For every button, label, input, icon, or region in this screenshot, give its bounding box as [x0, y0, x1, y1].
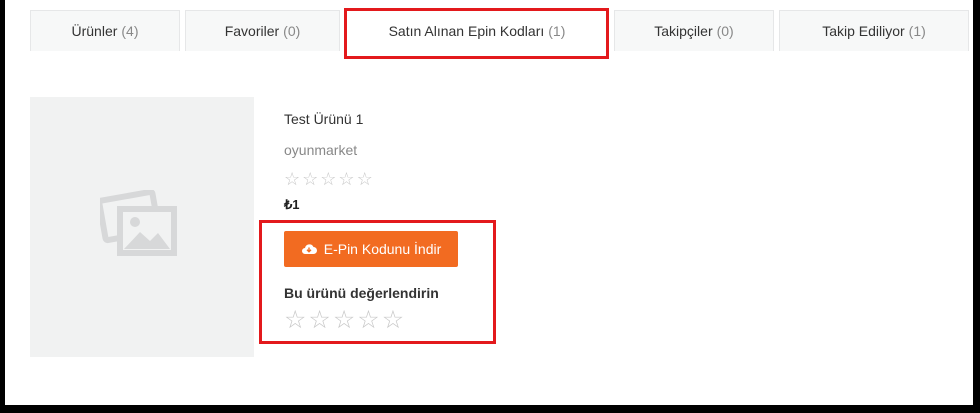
star-outline-icon: ☆: [320, 169, 337, 189]
product-title[interactable]: Test Ürünü 1: [284, 111, 363, 127]
page-frame: Ürünler (4) Favoriler (0) Satın Alınan E…: [5, 0, 973, 405]
tab-label: Takipçiler: [654, 23, 713, 39]
tab-highlight-box: [344, 8, 609, 59]
tab-label: Ürünler: [71, 23, 118, 39]
tab-takip-ediliyor[interactable]: Takip Ediliyor (1): [779, 10, 969, 51]
star-outline-icon: ☆: [284, 169, 301, 189]
tab-count: (0): [716, 23, 734, 39]
tab-label: Takip Ediliyor: [822, 23, 905, 39]
tab-urunler[interactable]: Ürünler (4): [30, 10, 180, 51]
star-outline-icon: ☆: [302, 169, 319, 189]
product-rating-stars: ☆ ☆ ☆ ☆ ☆: [284, 169, 373, 190]
star-outline-icon: ☆: [356, 169, 373, 189]
tab-count: (0): [283, 23, 301, 39]
star-outline-icon: ☆: [338, 169, 355, 189]
product-price: ₺1: [284, 197, 300, 212]
product-thumbnail[interactable]: [30, 97, 254, 357]
action-highlight-box: [259, 220, 496, 344]
tab-label: Favoriler: [224, 23, 280, 39]
tab-count: (4): [121, 23, 139, 39]
image-placeholder-icon: [100, 190, 177, 256]
tab-favoriler[interactable]: Favoriler (0): [185, 10, 340, 51]
seller-name[interactable]: oyunmarket: [284, 142, 357, 158]
tab-takipciler[interactable]: Takipçiler (0): [614, 10, 774, 51]
tab-count: (1): [908, 23, 926, 39]
